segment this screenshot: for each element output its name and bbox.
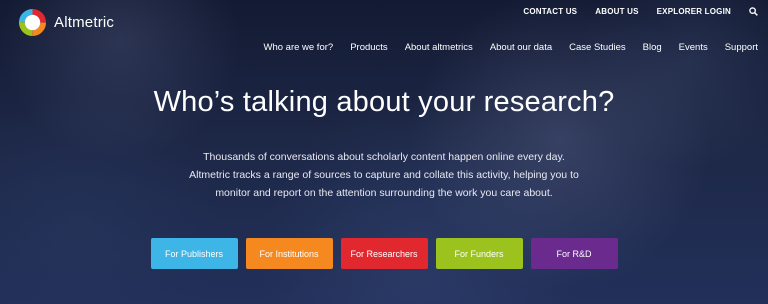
explorer-login-link[interactable]: EXPLORER LOGIN [657, 7, 731, 16]
nav-products[interactable]: Products [350, 42, 388, 53]
lede-line: Altmetric tracks a range of sources to c… [189, 169, 579, 181]
nav-who-are-we-for[interactable]: Who are we for? [263, 42, 333, 53]
nav-events[interactable]: Events [679, 42, 708, 53]
hero-lede: Thousands of conversations about scholar… [0, 148, 768, 202]
hero-headline: Who’s talking about your research? [153, 86, 615, 118]
main-nav: Who are we for? Products About altmetric… [263, 42, 758, 53]
for-rnd-button[interactable]: For R&D [530, 238, 618, 269]
nav-about-altmetrics[interactable]: About altmetrics [405, 42, 473, 53]
about-us-link[interactable]: ABOUT US [595, 7, 638, 16]
brand-name: Altmetric [54, 14, 115, 31]
nav-case-studies[interactable]: Case Studies [569, 42, 626, 53]
for-funders-button[interactable]: For Funders [435, 238, 523, 269]
lede-line: monitor and report on the attention surr… [215, 187, 553, 199]
contact-us-link[interactable]: CONTACT US [523, 7, 577, 16]
search-icon[interactable] [749, 7, 758, 16]
lede-line: Thousands of conversations about scholar… [203, 151, 565, 163]
nav-blog[interactable]: Blog [643, 42, 662, 53]
for-institutions-button[interactable]: For Institutions [245, 238, 333, 269]
audience-buttons: For Publishers For Institutions For Rese… [0, 238, 768, 269]
altmetric-logo[interactable]: Altmetric [18, 8, 114, 37]
for-publishers-button[interactable]: For Publishers [150, 238, 238, 269]
nav-about-our-data[interactable]: About our data [490, 42, 552, 53]
utility-nav: CONTACT US ABOUT US EXPLORER LOGIN [523, 7, 758, 16]
altmetric-donut-icon [18, 8, 47, 37]
for-researchers-button[interactable]: For Researchers [340, 238, 428, 269]
nav-support[interactable]: Support [725, 42, 758, 53]
